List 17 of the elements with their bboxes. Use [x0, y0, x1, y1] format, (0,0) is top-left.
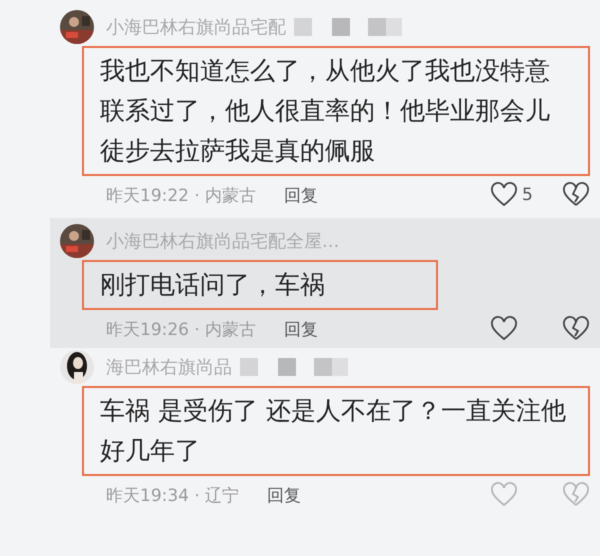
- reply-link[interactable]: 回复: [267, 484, 302, 506]
- comment-text: 刚打电话问了，车祸: [82, 260, 438, 310]
- broken-heart-icon[interactable]: [562, 182, 590, 208]
- reply-link[interactable]: 回复: [284, 318, 318, 340]
- comment-text: 车祸 是受伤了 还是人不在了？一直关注他好几年了: [82, 386, 590, 476]
- heart-icon[interactable]: [490, 182, 518, 208]
- comment-text: 我也不知道怎么了，从他火了我也没特意联系过了，他人很直率的！他毕业那会儿徒步去拉萨我是真的佩服: [82, 46, 590, 176]
- user-name: 小海巴林右旗尚品宅配全屋...: [106, 230, 340, 253]
- user-name: 海巴林右旗尚品: [106, 356, 232, 379]
- comment-time: 昨天19:34 · 辽宁: [106, 484, 240, 506]
- heart-icon[interactable]: [490, 316, 518, 342]
- broken-heart-icon[interactable]: [562, 316, 590, 342]
- user-name: 小海巴林右旗尚品宅配: [106, 16, 286, 39]
- like-count: 5: [522, 185, 534, 205]
- comment-time: 昨天19:22 · 内蒙古: [106, 184, 256, 206]
- comment-time: 昨天19:26 · 内蒙古: [106, 318, 256, 340]
- reply-link[interactable]: 回复: [284, 184, 318, 206]
